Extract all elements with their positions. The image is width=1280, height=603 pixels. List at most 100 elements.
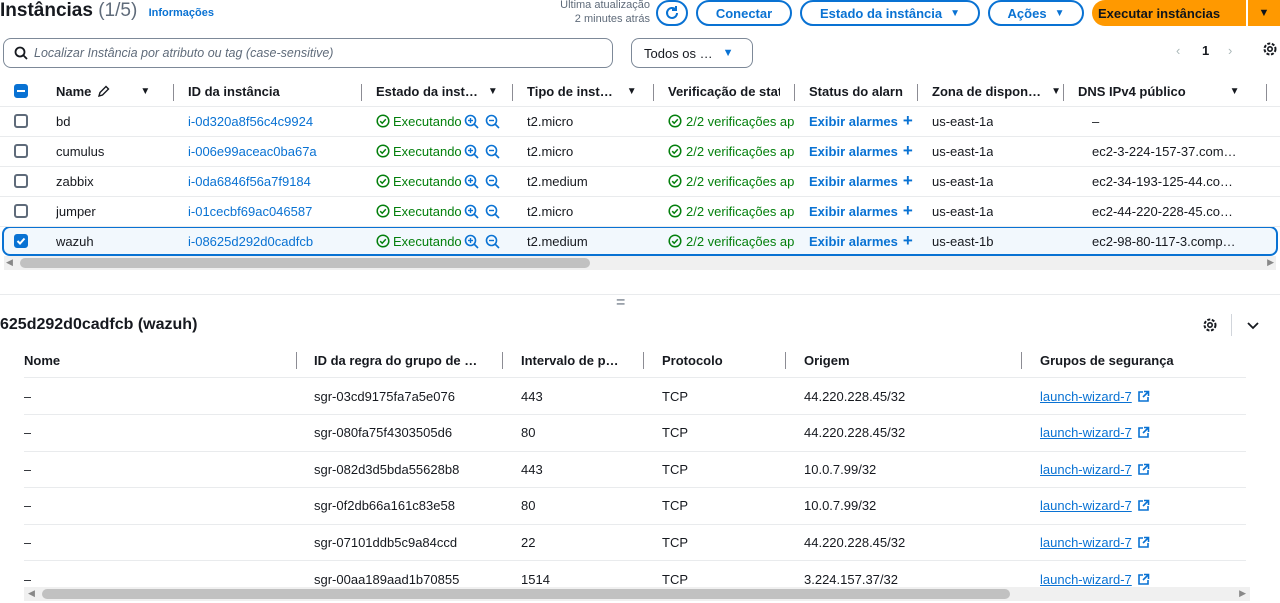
scrollbar-thumb[interactable]: [20, 258, 590, 268]
next-page-button[interactable]: ›: [1228, 43, 1232, 58]
zoom-in-icon[interactable]: [464, 234, 479, 249]
rule-id: sgr-07101ddb5c9a84ccd: [314, 534, 458, 550]
sort-icon: ▼: [1229, 85, 1240, 97]
security-group-link[interactable]: launch-wizard-7: [1040, 451, 1150, 487]
view-alarms-button[interactable]: Exibir alarmes +: [809, 136, 913, 166]
zoom-out-icon[interactable]: [485, 144, 500, 159]
launch-instances-button[interactable]: Executar instâncias: [1092, 0, 1246, 26]
table-row[interactable]: cumulus i-006e99aceac0ba67a Executando t2.m…: [0, 136, 1280, 166]
search-placeholder: Localizar Instância por atributo ou tag …: [34, 46, 334, 60]
check-circle-icon: [376, 144, 390, 158]
zoom-out-icon[interactable]: [485, 114, 500, 129]
state-filter-value: Todos os …: [644, 45, 713, 61]
security-group-link[interactable]: launch-wizard-7: [1040, 415, 1150, 451]
source: 44.220.228.45/32: [804, 425, 906, 441]
table-row[interactable]: wazuh i-08625d292d0cadfcb Executando t2.med…: [0, 226, 1280, 256]
zoom-in-icon[interactable]: [464, 144, 479, 159]
col-instance-type[interactable]: Tipo de inst… ▼: [527, 76, 637, 106]
table-row[interactable]: jumper i-01cecbf69ac046587 Executando t2.mi…: [0, 196, 1280, 226]
instance-id-link[interactable]: i-0da6846f56a7f9184: [188, 166, 311, 196]
refresh-button[interactable]: [656, 0, 688, 26]
status-check: 2/2 verificações ap: [668, 226, 794, 256]
view-alarms-button[interactable]: Exibir alarmes +: [809, 226, 913, 256]
zoom-in-icon[interactable]: [464, 204, 479, 219]
col-protocol[interactable]: Protocolo: [662, 342, 723, 378]
actions-button[interactable]: Ações ▼: [988, 0, 1084, 26]
port-range: 80: [521, 498, 536, 514]
plus-icon: +: [902, 141, 913, 160]
row-checkbox[interactable]: [14, 136, 28, 166]
select-all-checkbox[interactable]: [14, 76, 28, 106]
row-checkbox[interactable]: [14, 106, 28, 136]
col-rule-id[interactable]: ID da regra do grupo de …: [314, 342, 477, 378]
rule-id: sgr-082d3d5bda55628b8: [314, 461, 460, 477]
state-filter-select[interactable]: Todos os … ▼: [631, 38, 753, 68]
col-instance-state[interactable]: Estado da inst… ▼: [376, 76, 498, 106]
table-row[interactable]: bd i-0d320a8f56c4c9924 Executando t2.micro 2…: [0, 106, 1280, 136]
edit-icon: [98, 85, 110, 97]
caret-down-icon: ▼: [950, 7, 960, 19]
panel-divider: [0, 294, 1280, 295]
instance-id-link[interactable]: i-01cecbf69ac046587: [188, 196, 312, 226]
zoom-out-icon[interactable]: [485, 174, 500, 189]
port-range: 80: [521, 425, 536, 441]
instances-horizontal-scrollbar[interactable]: ◀ ▶: [4, 256, 1276, 270]
page-number[interactable]: 1: [1202, 43, 1209, 58]
col-instance-id[interactable]: ID da instância: [188, 76, 280, 106]
row-checkbox[interactable]: [14, 166, 28, 196]
row-checkbox[interactable]: [14, 226, 28, 256]
zoom-in-icon[interactable]: [464, 174, 479, 189]
table-settings-button[interactable]: [1262, 41, 1278, 60]
details-settings-button[interactable]: [1202, 317, 1218, 336]
instance-count: (1/5): [98, 0, 138, 21]
status-check: 2/2 verificações ap: [668, 196, 794, 226]
view-alarms-button[interactable]: Exibir alarmes +: [809, 106, 913, 136]
prev-page-button[interactable]: ‹: [1176, 43, 1180, 58]
rule-id: sgr-0f2db66a161c83e58: [314, 498, 455, 514]
external-link-icon: [1137, 463, 1150, 475]
availability-zone: us-east-1a: [932, 173, 994, 189]
instance-state-button[interactable]: Estado da instância ▼: [800, 0, 980, 26]
scrollbar-thumb[interactable]: [42, 589, 1010, 599]
security-group-link[interactable]: launch-wizard-7: [1040, 524, 1150, 560]
launch-dropdown-button[interactable]: ▼: [1248, 0, 1280, 26]
view-alarms-button[interactable]: Exibir alarmes +: [809, 166, 913, 196]
actions-label: Ações: [1007, 5, 1047, 21]
instance-id-link[interactable]: i-0d320a8f56c4c9924: [188, 106, 313, 136]
view-alarms-button[interactable]: Exibir alarmes +: [809, 196, 913, 226]
col-alarm-status[interactable]: Status do alarn: [809, 76, 905, 106]
rules-horizontal-scrollbar[interactable]: ◀ ▶: [24, 587, 1250, 601]
plus-icon: +: [902, 231, 913, 250]
col-status-check[interactable]: Verificação de stat: [668, 76, 780, 106]
security-group-link[interactable]: launch-wizard-7: [1040, 488, 1150, 524]
rule-name: –: [24, 498, 32, 514]
resize-handle[interactable]: =: [616, 294, 625, 312]
instance-id-link[interactable]: i-006e99aceac0ba67a: [188, 136, 317, 166]
instance-name: jumper: [56, 203, 96, 219]
instance-type: t2.micro: [527, 203, 574, 219]
search-input[interactable]: Localizar Instância por atributo ou tag …: [3, 38, 613, 68]
instance-type: t2.micro: [527, 143, 574, 159]
zoom-out-icon[interactable]: [485, 204, 500, 219]
connect-button[interactable]: Conectar: [696, 0, 792, 26]
rule-name: –: [24, 461, 32, 477]
instance-id-link[interactable]: i-08625d292d0cadfcb: [188, 226, 313, 256]
col-name[interactable]: Name ▼: [56, 76, 150, 106]
zoom-in-icon[interactable]: [464, 114, 479, 129]
col-port-range[interactable]: Intervalo de p…: [521, 342, 619, 378]
table-row[interactable]: zabbix i-0da6846f56a7f9184 Executando t2.me…: [0, 166, 1280, 196]
zoom-out-icon[interactable]: [485, 234, 500, 249]
col-security-groups[interactable]: Grupos de segurança: [1040, 342, 1174, 378]
col-rule-name[interactable]: Nome: [24, 342, 60, 378]
check-circle-icon: [376, 114, 390, 128]
info-link[interactable]: Informações: [149, 7, 214, 19]
security-group-link[interactable]: launch-wizard-7: [1040, 378, 1150, 414]
col-availability-zone[interactable]: Zona de dispon… ▼: [932, 76, 1061, 106]
col-source[interactable]: Origem: [804, 342, 850, 378]
plus-icon: +: [902, 201, 913, 220]
instance-state: Executando: [376, 166, 500, 196]
col-public-dns[interactable]: DNS IPv4 público ▼: [1078, 76, 1240, 106]
collapse-panel-button[interactable]: [1246, 318, 1260, 335]
row-checkbox[interactable]: [14, 196, 28, 226]
external-link-icon: [1137, 426, 1150, 438]
